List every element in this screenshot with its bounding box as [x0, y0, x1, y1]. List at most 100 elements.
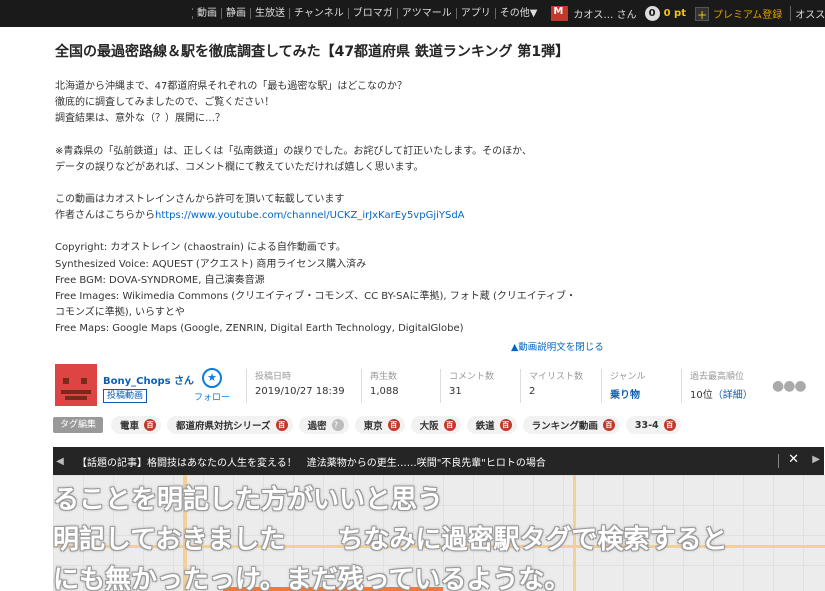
author-channel-link[interactable]: https://www.youtube.com/channel/UCKZ_irJ…: [155, 210, 465, 221]
description-paragraph: この動画はカオストレインさんから許可を頂いて転載しています 作者さんはこちらから…: [55, 192, 635, 224]
stat-rank: 過去最高順位 10位（詳細）: [681, 369, 753, 403]
description-paragraph: Copyright: カオストレイン (chaostrain) による自作動画で…: [55, 240, 635, 337]
description-line: 徹底的に調査してみましたので、ご覧ください！: [55, 97, 275, 109]
video-title: 全国の最過密路線＆駅を徹底調査してみた【47都道府県 鉄道ランキング 第1弾】: [55, 44, 570, 60]
user-avatar: [551, 6, 569, 21]
stat-views-label: 再生数: [370, 372, 398, 382]
tag-list: タグ編集 電車百 都道府県対抗シリーズ百 過密？ 東京百 大阪百 鉄道百 ランキ…: [53, 416, 687, 434]
dictionary-icon[interactable]: 百: [499, 419, 512, 431]
video-description: 北海道から沖縄まで、47都道府県それぞれの「最も過密な駅」はどこなのか？ 徹底的…: [55, 79, 635, 354]
description-line: ※青森県の「弘前鉄道」は、正しくは「弘南鉄道」の誤りでした。お詫びして訂正いたし…: [55, 145, 532, 157]
points-icon: 0: [644, 6, 660, 21]
description-line: Free Maps: Google Maps (Google, ZENRIN, …: [55, 323, 464, 335]
stat-mylist: マイリスト数 2: [520, 369, 583, 403]
dictionary-icon[interactable]: 百: [443, 419, 456, 431]
dictionary-icon[interactable]: 百: [144, 419, 157, 431]
description-line: Free BGM: DOVA-SYNDROME, 自己演奏音源: [55, 274, 265, 286]
tag-label[interactable]: 33-4: [635, 420, 659, 431]
nav-other[interactable]: その他▼: [494, 8, 542, 19]
tag-label[interactable]: ランキング動画: [532, 418, 598, 432]
tag-label[interactable]: 都道府県対抗シリーズ: [176, 418, 271, 432]
rank-detail-link[interactable]: （詳細）: [713, 390, 753, 401]
stat-posted-label: 投稿日時: [255, 372, 292, 382]
danmaku-comment: ることを明記した方がいいと思う: [53, 485, 444, 515]
description-line: 作者さんはこちらからhttps://www.youtube.com/channe…: [55, 208, 635, 224]
close-description-link[interactable]: ▲動画説明文を閉じる: [511, 339, 604, 353]
user-name: カオス… さん: [573, 10, 637, 21]
dictionary-icon[interactable]: 百: [663, 419, 676, 431]
tag-item[interactable]: 過密 ？: [298, 416, 349, 434]
more-options-icon[interactable]: ●●●: [772, 378, 807, 394]
tag-label[interactable]: 鉄道: [476, 418, 495, 432]
stat-comments-value: 31: [449, 386, 462, 397]
points-value: 0 pt: [663, 8, 686, 19]
nav-osusume[interactable]: オススメ: [790, 6, 825, 21]
description-line: Synthesized Voice: AQUEST (アクエスト) 商用ライセン…: [55, 258, 367, 270]
news-headline[interactable]: 【話題の記事】格闘技はあなたの人生を変える！ 違法薬物からの更生……咲間"不良先…: [77, 454, 546, 469]
tag-label[interactable]: 過密: [308, 418, 327, 432]
dictionary-missing-icon[interactable]: ？: [331, 419, 344, 431]
stat-mylist-label: マイリスト数: [529, 372, 584, 382]
close-icon[interactable]: ✕: [788, 452, 799, 467]
description-paragraph: 北海道から沖縄まで、47都道府県それぞれの「最も過密な駅」はどこなのか？ 徹底的…: [55, 79, 635, 128]
nav-live[interactable]: 生放送: [250, 8, 289, 19]
description-line: Free Images: Wikimedia Commons (クリエイティブ・…: [55, 291, 577, 303]
dictionary-icon[interactable]: 百: [602, 419, 615, 431]
owner-videos-badge[interactable]: 投稿動画: [103, 389, 148, 403]
dictionary-icon[interactable]: 百: [275, 419, 288, 431]
follow-label: フォロー: [193, 393, 230, 403]
stat-comments: コメント数 31: [440, 369, 494, 403]
stat-posted: 投稿日時 2019/10/27 18:39: [246, 369, 345, 403]
follow-button[interactable]: ★ フォロー: [192, 368, 232, 403]
author-prefix: 作者さんはこちらから: [55, 210, 155, 222]
description-line: データの誤りなどがあれば、コメント欄にて教えていただければ嬉しく思います。: [55, 161, 424, 173]
stat-views: 再生数 1,088: [361, 369, 399, 403]
tag-item[interactable]: 電車百: [111, 416, 162, 434]
user-menu[interactable]: カオス… さん: [551, 6, 637, 21]
description-line: 北海道から沖縄まで、47都道府県それぞれの「最も過密な駅」はどこなのか？: [55, 81, 408, 92]
description-line: Copyright: カオストレイン (chaostrain) による自作動画で…: [55, 242, 346, 254]
stat-comments-label: コメント数: [449, 372, 495, 382]
stat-views-value: 1,088: [370, 386, 399, 397]
premium-label: プレミアム登録: [712, 10, 783, 21]
tag-item[interactable]: 東京百: [354, 416, 405, 434]
stat-rank-value: 10位（詳細）: [690, 386, 753, 401]
nav-atsumaru[interactable]: アツマール: [396, 8, 456, 19]
nav-app[interactable]: アプリ: [455, 8, 495, 19]
premium-link[interactable]: + プレミアム登録: [694, 6, 783, 22]
top-navigation-bar: 動画 静画 生放送 チャンネル ブロマガ アツマール アプリ その他▼ カオス……: [0, 0, 825, 27]
description-line: コモンズに準拠), いらすとや: [55, 307, 185, 319]
stat-genre-value[interactable]: 乗り物: [610, 386, 646, 401]
star-plus-icon: ★: [202, 368, 222, 388]
tag-item[interactable]: ランキング動画百: [522, 416, 620, 434]
owner-avatar[interactable]: [55, 364, 97, 406]
stat-mylist-value: 2: [529, 386, 536, 397]
tag-item[interactable]: 33-4 百: [625, 416, 681, 434]
description-line: 調査結果は、意外な（？）展開に…？: [55, 113, 225, 125]
danmaku-comment: にも無かったっけ。まだ残っているような。: [53, 565, 571, 591]
tag-item[interactable]: 大阪百: [410, 416, 461, 434]
stat-posted-value: 2019/10/27 18:39: [255, 386, 345, 397]
dictionary-icon[interactable]: 百: [387, 419, 400, 431]
news-prev-icon[interactable]: ◀: [53, 456, 67, 467]
video-player[interactable]: ることを明記した方がいいと思う 明記しておきました ちなみに過密駅タグで検索する…: [53, 475, 825, 591]
nav-blomaga[interactable]: ブロマガ: [347, 8, 397, 19]
stat-rank-label: 過去最高順位: [690, 372, 745, 382]
tag-label[interactable]: 電車: [120, 418, 139, 432]
stat-genre: ジャンル 乗り物: [601, 369, 646, 403]
description-paragraph: ※青森県の「弘前鉄道」は、正しくは「弘南鉄道」の誤りでした。お詫びして訂正いたし…: [55, 144, 635, 176]
tag-label[interactable]: 大阪: [420, 418, 439, 432]
description-line: この動画はカオストレインさんから許可を頂いて転載しています: [55, 194, 345, 206]
news-next-icon[interactable]: ▶: [812, 454, 820, 465]
nav-seiga[interactable]: 静画: [221, 8, 250, 19]
nav-channel[interactable]: チャンネル: [289, 8, 348, 19]
tag-item[interactable]: 鉄道百: [466, 416, 517, 434]
owner-name[interactable]: Bony_Chops さん: [103, 372, 194, 387]
tag-label[interactable]: 東京: [364, 418, 383, 432]
news-ticker: ◀ 【話題の記事】格闘技はあなたの人生を変える！ 違法薬物からの更生……咲間"不…: [53, 447, 824, 475]
tag-item[interactable]: 都道府県対抗シリーズ百: [167, 416, 293, 434]
divider: [778, 454, 779, 468]
points-menu[interactable]: 0 0 pt: [644, 6, 686, 21]
tag-edit-button[interactable]: タグ編集: [53, 417, 104, 433]
danmaku-comment: 明記しておきました ちなみに過密駅タグで検索すると: [53, 525, 728, 555]
